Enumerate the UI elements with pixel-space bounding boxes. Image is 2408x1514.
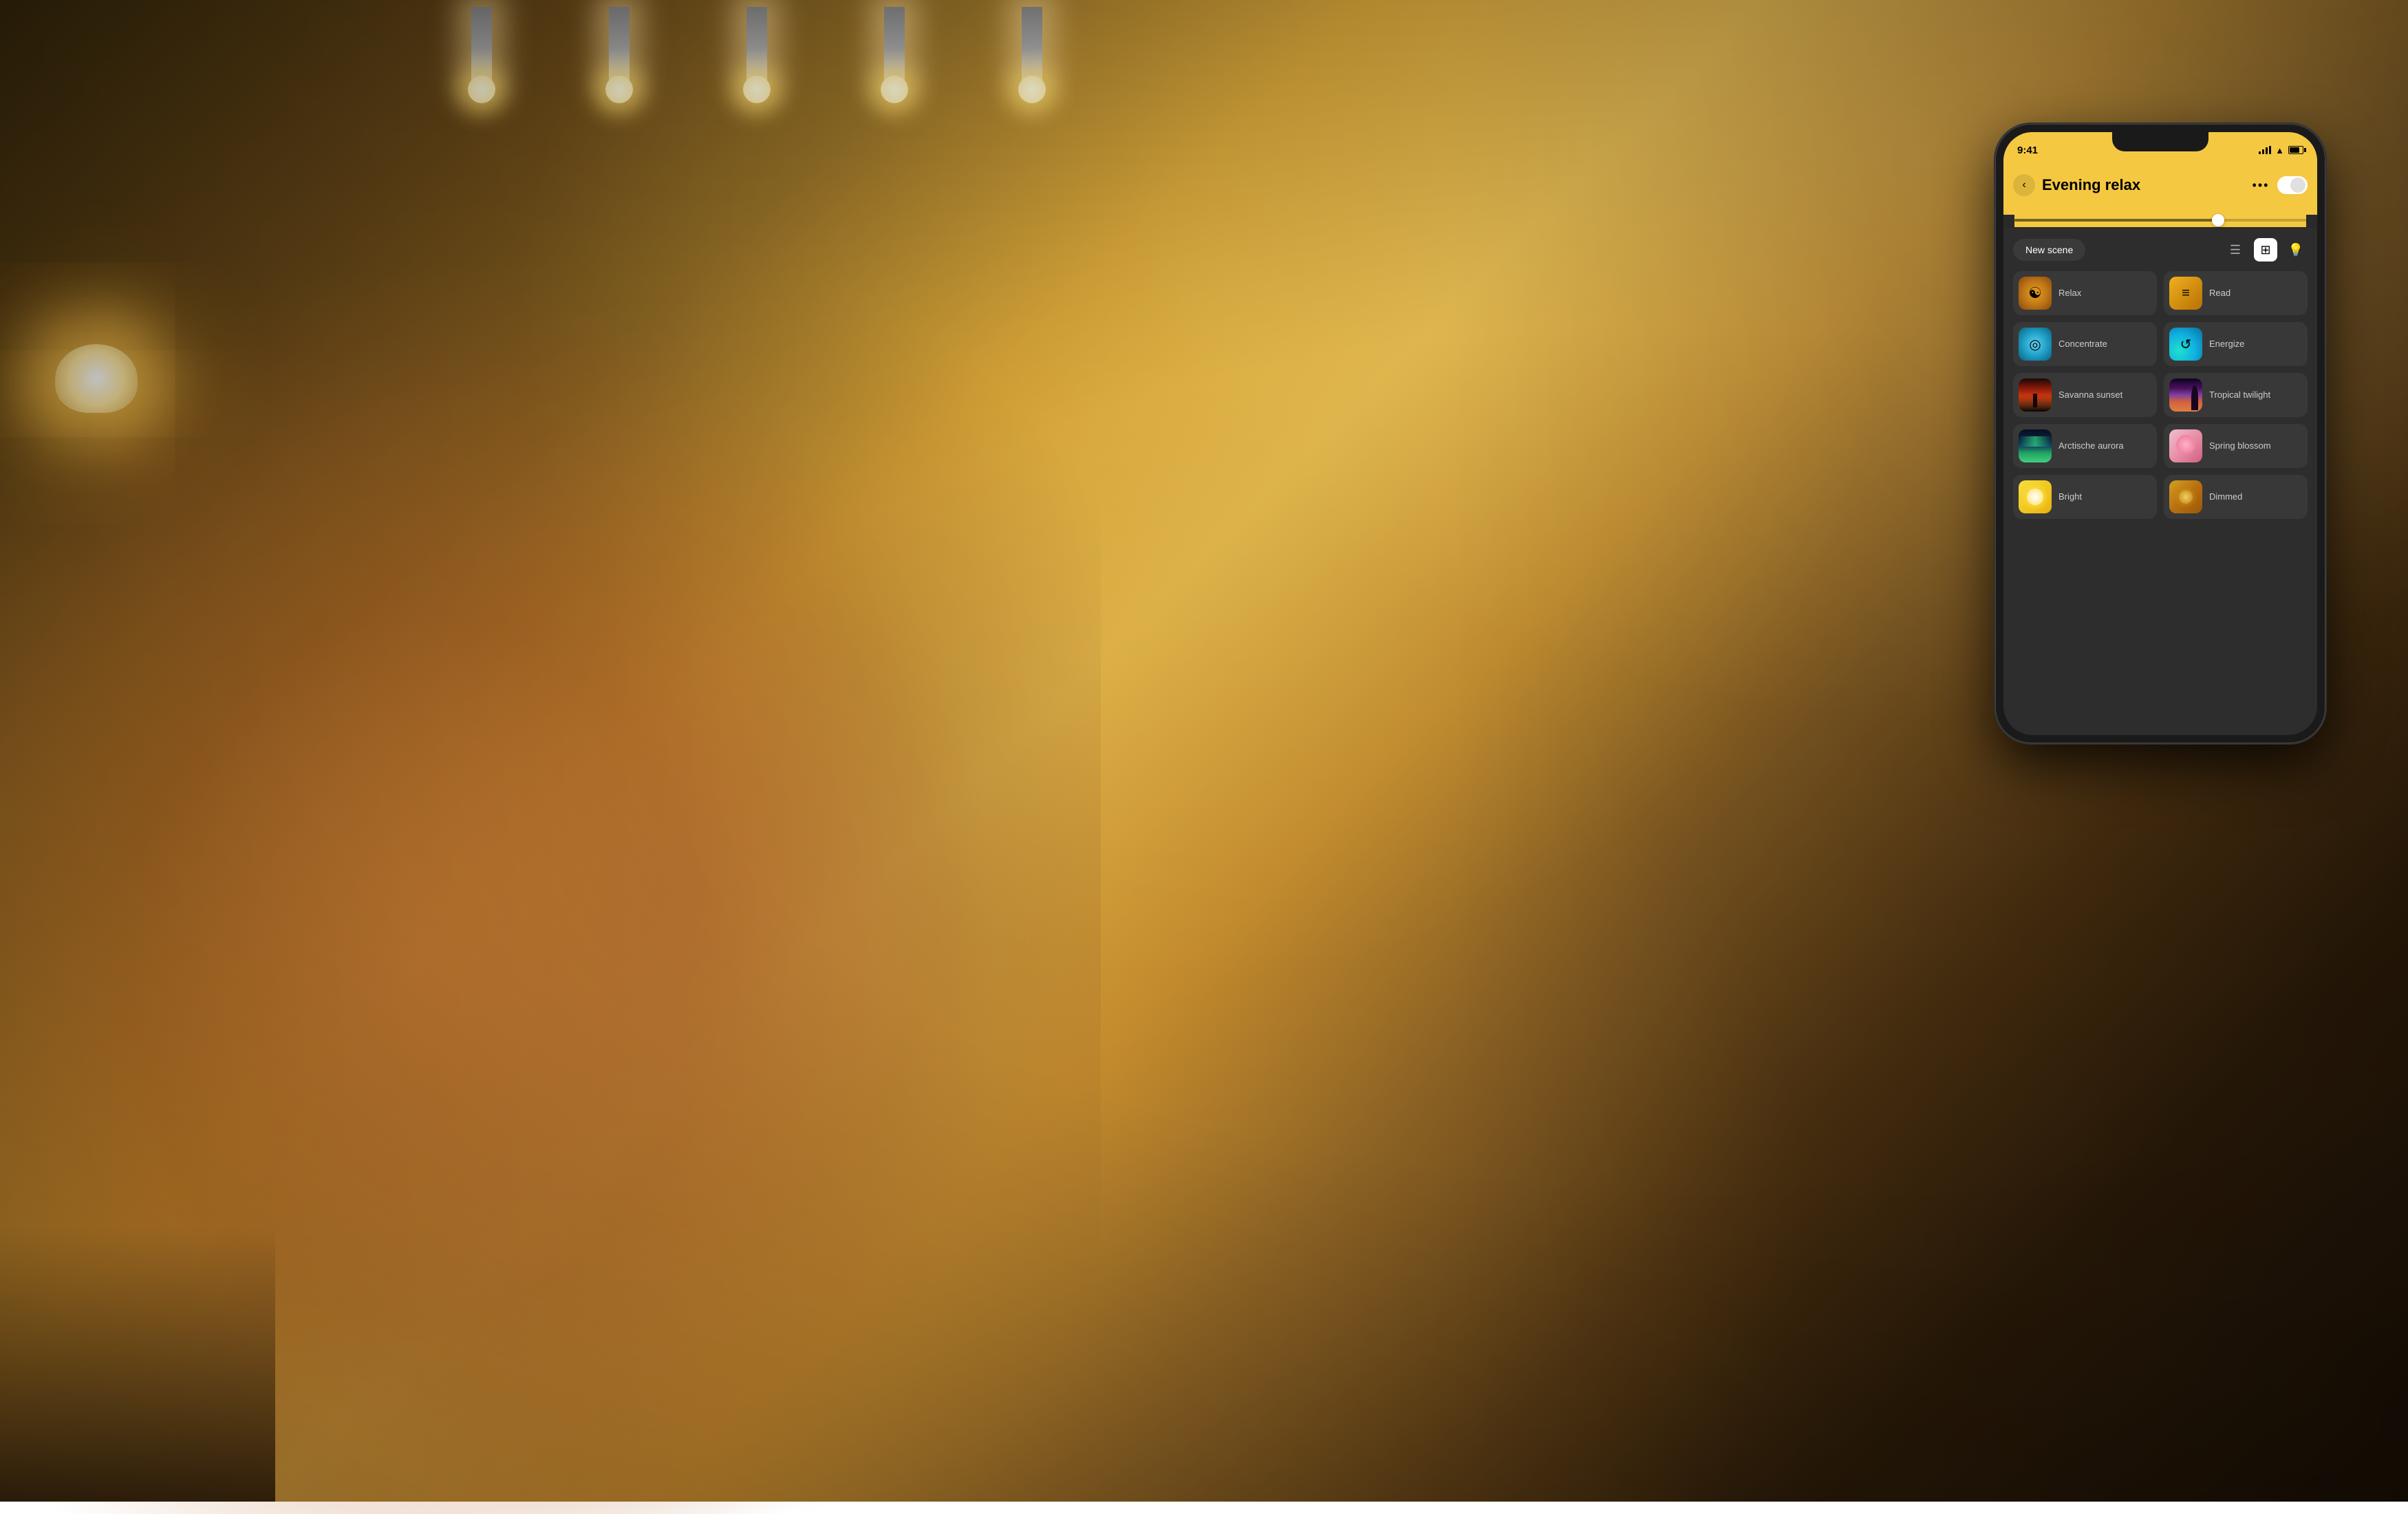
slider-thumb[interactable]	[2212, 214, 2224, 226]
more-icon: •••	[2253, 178, 2270, 193]
scene-bright-icon	[2019, 480, 2052, 513]
scene-concentrate-label: Concentrate	[2058, 339, 2107, 350]
more-button[interactable]: •••	[2250, 174, 2272, 196]
scene-savanna-icon	[2019, 378, 2052, 412]
gallery-view-icon: ⊞	[2260, 243, 2270, 257]
back-button[interactable]: ‹	[2013, 174, 2035, 196]
scene-read[interactable]: ≡ Read	[2164, 271, 2308, 315]
ceiling-light-5	[1022, 7, 1042, 89]
scene-energize-label: Energize	[2209, 339, 2244, 350]
read-symbol: ≡	[2182, 286, 2190, 301]
new-scene-button[interactable]: New scene	[2013, 239, 2085, 261]
phone-device: 9:41 ▲	[1995, 124, 2325, 743]
slider-fill	[2014, 219, 2219, 222]
list-view-button[interactable]: ☰	[2224, 238, 2247, 262]
scene-dimmed[interactable]: Dimmed	[2164, 475, 2308, 519]
toolbar: New scene ☰ ⊞ 💡	[2013, 238, 2308, 262]
brightness-slider-row	[2014, 213, 2306, 227]
scene-concentrate-icon: ◎	[2019, 328, 2052, 361]
scene-energize[interactable]: ↺ Energize	[2164, 322, 2308, 366]
lamp-head	[55, 344, 138, 413]
scene-arctic-icon	[2019, 429, 2052, 462]
scene-read-icon: ≡	[2169, 277, 2202, 310]
status-time: 9:41	[2017, 145, 2038, 156]
battery-icon	[2288, 146, 2303, 154]
ceiling-light-4	[884, 7, 905, 89]
power-toggle[interactable]	[2277, 176, 2308, 194]
relax-symbol: ☯	[2028, 284, 2042, 302]
scene-relax-icon: ☯	[2019, 277, 2052, 310]
battery-fill	[2290, 147, 2299, 153]
scene-dimmed-icon	[2169, 480, 2202, 513]
energize-symbol: ↺	[2180, 336, 2192, 353]
scene-read-label: Read	[2209, 288, 2230, 299]
list-view-icon: ☰	[2230, 243, 2241, 257]
phone-wrapper: 9:41 ▲	[1995, 124, 2325, 743]
light-view-button[interactable]: 💡	[2284, 238, 2308, 262]
scene-bright[interactable]: Bright	[2013, 475, 2157, 519]
scene-arctic-label: Arctische aurora	[2058, 440, 2124, 451]
scene-savanna-label: Savanna sunset	[2058, 390, 2122, 401]
ceiling-light-2	[609, 7, 630, 89]
scene-spring[interactable]: Spring blossom	[2164, 424, 2308, 468]
scene-spring-label: Spring blossom	[2209, 440, 2271, 451]
light-view-icon: 💡	[2288, 243, 2303, 257]
ceiling-light-1	[471, 7, 492, 89]
brightness-slider-track[interactable]	[2014, 219, 2306, 222]
back-icon: ‹	[2022, 179, 2025, 191]
phone-notch	[2112, 132, 2208, 151]
floor-lamp	[21, 206, 158, 619]
scene-tropical[interactable]: Tropical twilight	[2164, 373, 2308, 417]
toggle-knob	[2290, 178, 2305, 193]
status-icons: ▲	[2259, 145, 2303, 156]
signal-icon	[2259, 146, 2271, 154]
table-area	[0, 1226, 275, 1502]
scene-arctic[interactable]: Arctische aurora	[2013, 424, 2157, 468]
page-title: Evening relax	[2042, 176, 2250, 194]
phone-screen: 9:41 ▲	[2003, 132, 2317, 735]
scene-concentrate[interactable]: ◎ Concentrate	[2013, 322, 2157, 366]
ceiling-light-3	[746, 7, 767, 89]
scene-bright-label: Bright	[2058, 491, 2082, 502]
concentrate-symbol: ◎	[2029, 336, 2041, 353]
gallery-view-button[interactable]: ⊞	[2254, 238, 2277, 262]
scene-energize-icon: ↺	[2169, 328, 2202, 361]
wifi-icon: ▲	[2275, 145, 2284, 156]
scene-relax[interactable]: ☯ Relax	[2013, 271, 2157, 315]
ceiling-lights-area	[413, 0, 1101, 138]
app-content: New scene ☰ ⊞ 💡	[2003, 228, 2317, 735]
scenes-grid: ☯ Relax ≡ Read ◎	[2013, 271, 2308, 519]
scene-savanna[interactable]: Savanna sunset	[2013, 373, 2157, 417]
scene-dimmed-label: Dimmed	[2209, 491, 2242, 502]
scene-tropical-icon	[2169, 378, 2202, 412]
scene-relax-label: Relax	[2058, 288, 2081, 299]
scene-spring-icon	[2169, 429, 2202, 462]
scene-tropical-label: Tropical twilight	[2209, 390, 2270, 401]
